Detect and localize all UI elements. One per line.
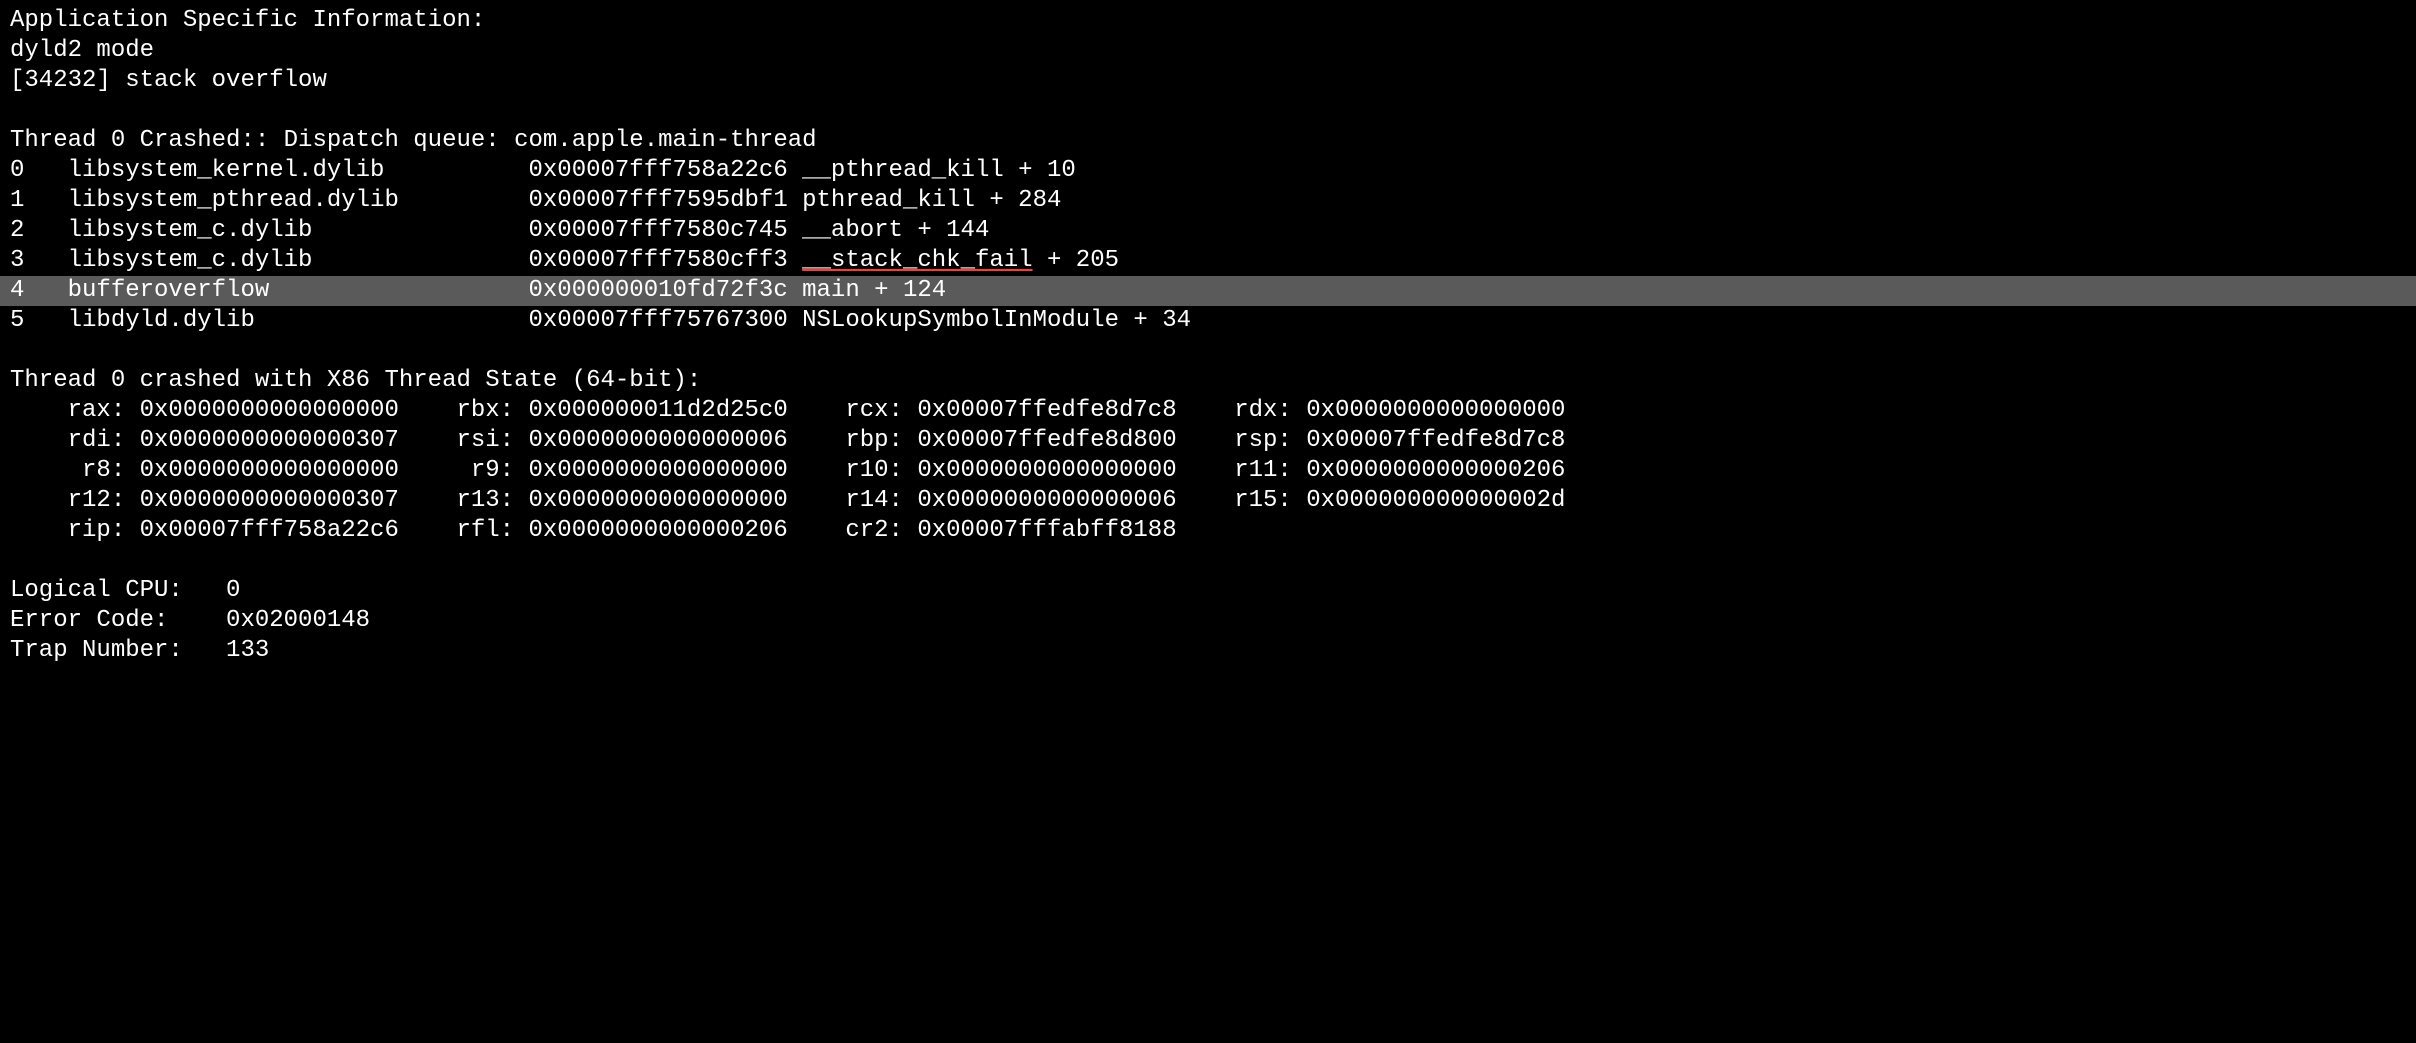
register-row-3: r12: 0x0000000000000307 r13: 0x000000000… xyxy=(10,486,2406,516)
footer-row-1: Error Code: 0x02000148 xyxy=(10,606,2406,636)
blank-0 xyxy=(10,96,2406,126)
register-row-0: rax: 0x0000000000000000 rbx: 0x000000011… xyxy=(10,396,2406,426)
app-info-line-0: dyld2 mode xyxy=(10,36,2406,66)
stack-frame-1: 1 libsystem_pthread.dylib 0x00007fff7595… xyxy=(10,186,2406,216)
register-row-2: r8: 0x0000000000000000 r9: 0x00000000000… xyxy=(10,456,2406,486)
crash-report: Application Specific Information:dyld2 m… xyxy=(0,0,2416,676)
footer-row-2: Trap Number: 133 xyxy=(10,636,2406,666)
stack-frame-4: 4 bufferoverflow 0x000000010fd72f3c main… xyxy=(0,276,2416,306)
blank-1 xyxy=(10,336,2406,366)
thread-crashed-header: Thread 0 Crashed:: Dispatch queue: com.a… xyxy=(10,126,2406,156)
app-info-line-1: [34232] stack overflow xyxy=(10,66,2406,96)
underlined-symbol: __stack_chk_fail xyxy=(802,247,1032,274)
thread-state-header: Thread 0 crashed with X86 Thread State (… xyxy=(10,366,2406,396)
register-row-4: rip: 0x00007fff758a22c6 rfl: 0x000000000… xyxy=(10,516,2406,546)
footer-row-0: Logical CPU: 0 xyxy=(10,576,2406,606)
register-row-1: rdi: 0x0000000000000307 rsi: 0x000000000… xyxy=(10,426,2406,456)
blank-2 xyxy=(10,546,2406,576)
stack-frame-0: 0 libsystem_kernel.dylib 0x00007fff758a2… xyxy=(10,156,2406,186)
stack-frame-5: 5 libdyld.dylib 0x00007fff75767300 NSLoo… xyxy=(10,306,2406,336)
app-info-header: Application Specific Information: xyxy=(10,6,2406,36)
stack-frame-2: 2 libsystem_c.dylib 0x00007fff7580c745 _… xyxy=(10,216,2406,246)
stack-frame-3: 3 libsystem_c.dylib 0x00007fff7580cff3 _… xyxy=(10,246,2406,276)
